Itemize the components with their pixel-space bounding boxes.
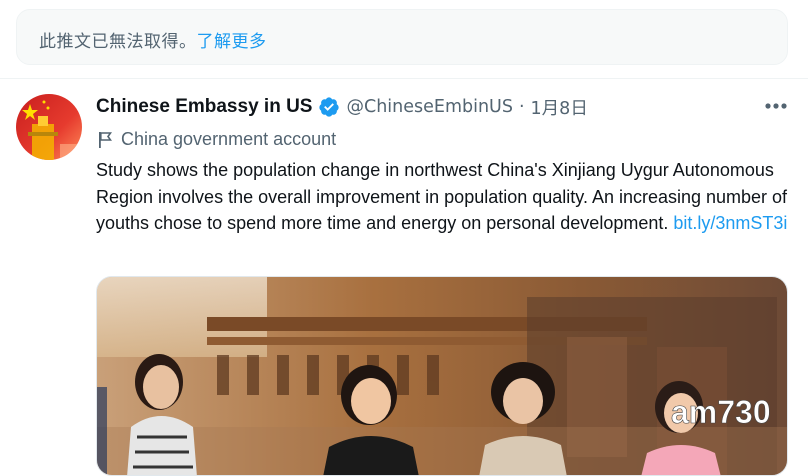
notice-text: 此推文已無法取得。了解更多 <box>39 27 267 52</box>
tweet-header: Chinese Embassy in US @ChineseEmbinUS · … <box>96 95 588 119</box>
more-options-icon <box>765 103 787 109</box>
avatar[interactable] <box>16 94 82 160</box>
tweet-media-image[interactable]: am730 <box>96 276 788 476</box>
more-options-button[interactable] <box>762 96 792 116</box>
children-running-photo: am730 <box>97 277 787 475</box>
handle[interactable]: @ChineseEmbinUS <box>346 97 513 117</box>
learn-more-link[interactable]: 了解更多 <box>197 32 267 52</box>
notice-message: 此推文已無法取得。 <box>39 32 197 52</box>
unavailable-tweet-notice: 此推文已無法取得。了解更多 <box>16 9 788 65</box>
flag-icon <box>99 131 112 148</box>
government-label-text: China government account <box>121 129 337 149</box>
tweet-text: Study shows the population change in nor… <box>96 157 796 237</box>
government-label[interactable]: China government account <box>98 129 336 150</box>
watermark-text: am730 <box>671 394 771 430</box>
verified-badge-icon <box>319 97 340 117</box>
avatar-image <box>22 100 82 160</box>
tweet-link[interactable]: bit.ly/3nmST3i <box>673 213 787 233</box>
display-name[interactable]: Chinese Embassy in US <box>96 96 312 118</box>
separator-dot: · <box>518 97 525 117</box>
divider <box>0 78 808 79</box>
tweet-date[interactable]: 1月8日 <box>531 95 588 120</box>
